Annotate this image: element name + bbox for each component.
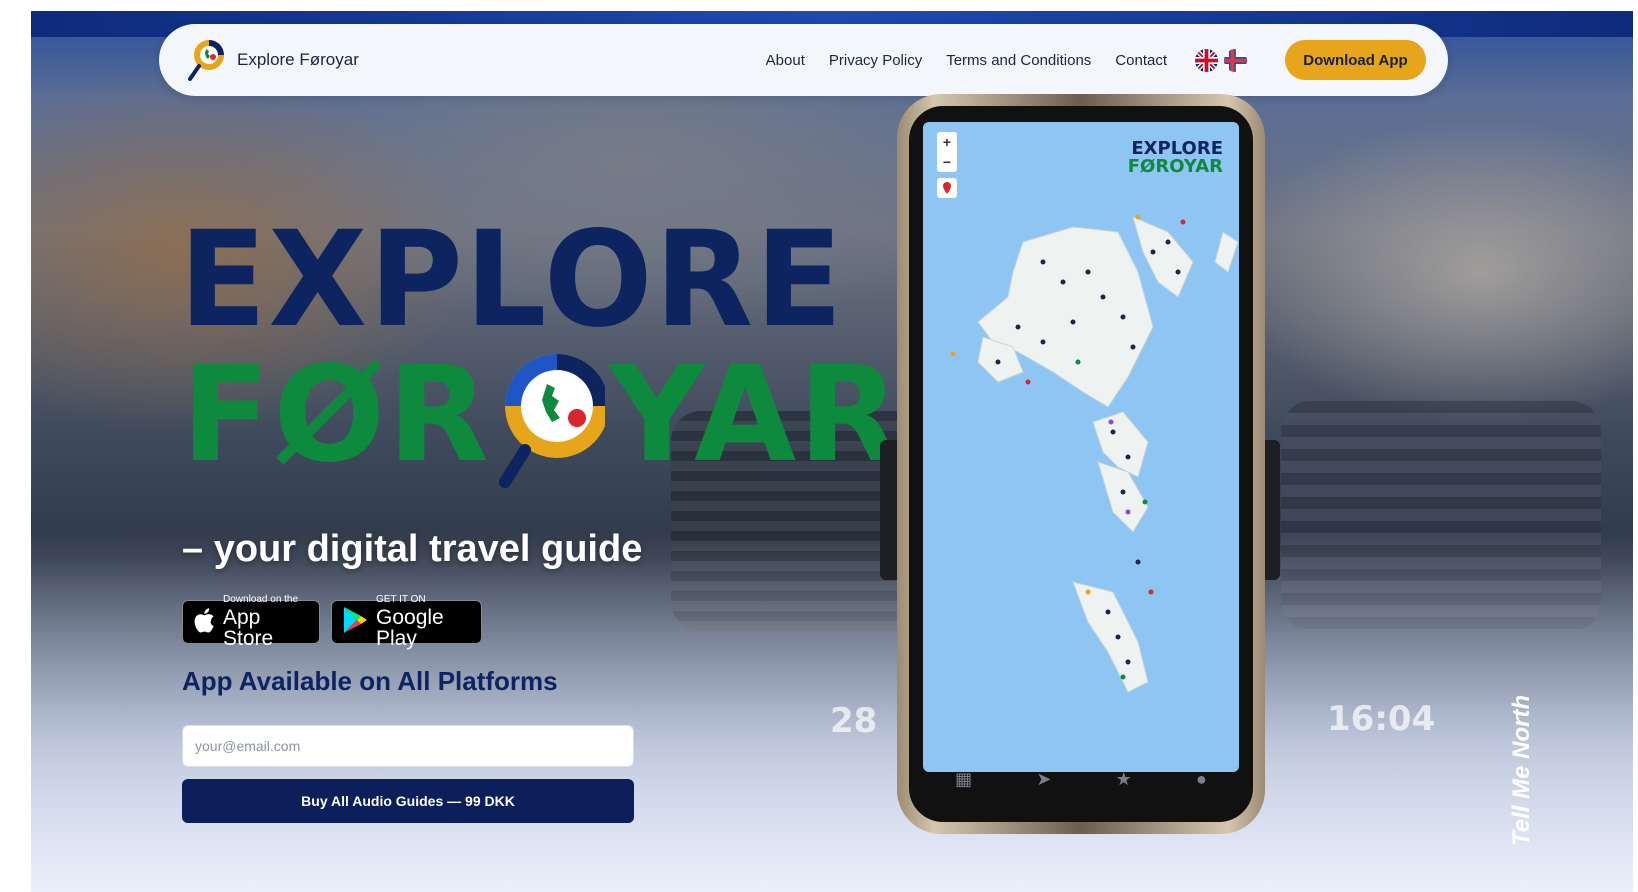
phone-mockup: + − EXPLORE FØROYAR ▦ ➤ ★ ● — [897, 94, 1265, 834]
dashboard-clock: 16:04 — [1327, 699, 1436, 739]
email-field[interactable] — [182, 725, 634, 767]
user-icon[interactable]: ● — [1196, 769, 1207, 790]
dashboard-reading: 28 — [830, 701, 878, 741]
en-flag-icon[interactable] — [1195, 48, 1218, 72]
google-play-small-text: GET IT ON — [376, 594, 426, 605]
faroe-islands-map — [950, 214, 1239, 693]
nav-links: About Privacy Policy Terms and Condition… — [766, 40, 1426, 80]
hero-tagline: – your digital travel guide — [182, 528, 643, 570]
google-play-icon — [342, 606, 368, 639]
navigate-icon[interactable]: ➤ — [1036, 769, 1051, 790]
map-screen[interactable]: + − EXPLORE FØROYAR — [923, 122, 1239, 772]
app-store-badge[interactable]: Download on the App Store — [182, 595, 320, 649]
buy-audio-guides-button[interactable]: Buy All Audio Guides — 99 DKK — [182, 779, 634, 823]
fo-flag-icon[interactable] — [1224, 48, 1247, 72]
location-pin-icon[interactable] — [937, 178, 957, 198]
nav-privacy-policy[interactable]: Privacy Policy — [829, 52, 922, 69]
app-store-small-text: Download on the — [223, 594, 299, 605]
platforms-heading: App Available on All Platforms — [182, 666, 558, 696]
app-store-big-text: App Store — [223, 606, 274, 650]
nav-contact[interactable]: Contact — [1115, 52, 1167, 69]
google-play-big-text: Google Play — [376, 606, 444, 650]
apple-icon — [193, 607, 215, 638]
nav-about[interactable]: About — [766, 52, 805, 69]
magnifier-globe-icon — [495, 350, 610, 488]
watermark: Tell Me North — [1508, 694, 1535, 846]
star-icon[interactable]: ★ — [1116, 769, 1132, 790]
zoom-out-button[interactable]: − — [943, 155, 951, 169]
download-app-button[interactable]: Download App — [1285, 40, 1426, 80]
google-play-badge[interactable]: GET IT ON Google Play — [331, 595, 482, 649]
map-zoom-control: + − — [937, 132, 957, 172]
app-logo-line2: FØROYAR — [1127, 156, 1223, 177]
navbar: Explore Føroyar About Privacy Policy Ter… — [159, 24, 1448, 96]
app-logo: EXPLORE FØROYAR — [1128, 140, 1223, 176]
brand-name: Explore Føroyar — [237, 50, 359, 69]
language-switcher — [1195, 48, 1247, 72]
zoom-in-button[interactable]: + — [943, 135, 951, 149]
hero-title-part-b: YAR — [609, 338, 902, 492]
google-play-label: GET IT ON Google Play — [376, 594, 471, 650]
phone-bottom-nav: ▦ ➤ ★ ● — [923, 756, 1239, 802]
hero-title-explore: EXPLORE — [179, 203, 845, 357]
hero-title-part-a: FØR — [181, 338, 492, 492]
map-icon[interactable]: ▦ — [955, 769, 972, 790]
brand[interactable]: Explore Føroyar — [185, 37, 359, 83]
nav-terms[interactable]: Terms and Conditions — [946, 52, 1091, 69]
phone-body: + − EXPLORE FØROYAR ▦ ➤ ★ ● — [909, 106, 1253, 822]
app-store-label: Download on the App Store — [223, 594, 309, 650]
magnifier-globe-icon — [185, 37, 227, 83]
hero-title-foroyar: FØR YAR — [181, 338, 902, 492]
